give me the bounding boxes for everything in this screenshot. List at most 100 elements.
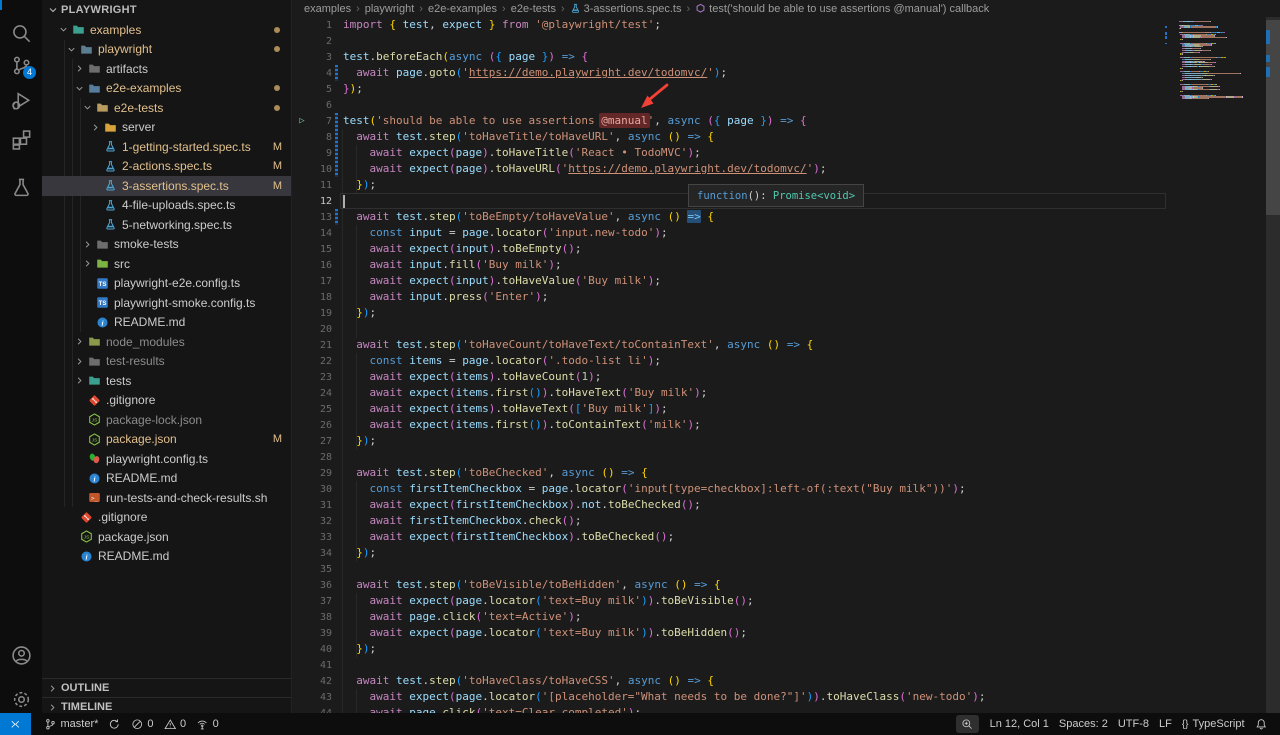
code-line-26[interactable]: 26 await expect(items.first()).toContain… — [292, 417, 1280, 433]
status-warnings[interactable]: 0 — [159, 713, 192, 735]
code-line-44[interactable]: 44 await page.click('text=Clear complete… — [292, 705, 1280, 713]
code-line-29[interactable]: 29 await test.step('toBeChecked', async … — [292, 465, 1280, 481]
code-line-42[interactable]: 42 await test.step('toHaveClass/toHaveCS… — [292, 673, 1280, 689]
tree-item-src[interactable]: src — [42, 254, 291, 274]
code-line-18[interactable]: 18 await input.press('Enter'); — [292, 289, 1280, 305]
code-line-2[interactable]: 2 — [292, 33, 1280, 49]
code-line-10[interactable]: 10 await expect(page).toHaveURL('https:/… — [292, 161, 1280, 177]
status-broadcast[interactable]: 0 — [191, 713, 224, 735]
status-indentation[interactable]: Spaces: 2 — [1054, 713, 1113, 735]
tree-item-3-assertions-spec-ts[interactable]: 3-assertions.spec.tsM — [42, 176, 291, 196]
code-line-40[interactable]: 40 }); — [292, 641, 1280, 657]
code-line-8[interactable]: 8 await test.step('toHaveTitle/toHaveURL… — [292, 129, 1280, 145]
tree-item-artifacts[interactable]: artifacts — [42, 59, 291, 79]
tree-item-readme-md[interactable]: iREADME.md — [42, 547, 291, 567]
testing-icon[interactable] — [0, 172, 42, 202]
code-line-30[interactable]: 30 const firstItemCheckbox = page.locato… — [292, 481, 1280, 497]
code-line-9[interactable]: 9 await expect(page).toHaveTitle('React … — [292, 145, 1280, 161]
tree-item-playwright[interactable]: playwright — [42, 40, 291, 60]
tree-item-package-lock-json[interactable]: JSpackage-lock.json — [42, 410, 291, 430]
code-line-28[interactable]: 28 — [292, 449, 1280, 465]
source-control-icon[interactable]: 4 — [0, 50, 42, 80]
tree-item-e2e-tests[interactable]: e2e-tests — [42, 98, 291, 118]
status-cursor-position[interactable]: Ln 12, Col 1 — [985, 713, 1054, 735]
code-line-32[interactable]: 32 await firstItemCheckbox.check(); — [292, 513, 1280, 529]
status-remote[interactable] — [0, 713, 31, 735]
tree-item-5-networking-spec-ts[interactable]: 5-networking.spec.ts — [42, 215, 291, 235]
run-debug-icon[interactable] — [0, 85, 42, 115]
code-line-41[interactable]: 41 — [292, 657, 1280, 673]
extensions-icon[interactable] — [0, 124, 42, 154]
code-line-43[interactable]: 43 await expect(page.locator('[placehold… — [292, 689, 1280, 705]
tree-item-package-json[interactable]: JSpackage.json — [42, 527, 291, 547]
scrollbar-thumb[interactable] — [1266, 20, 1280, 215]
code-line-39[interactable]: 39 await expect(page.locator('text=Buy m… — [292, 625, 1280, 641]
status-eol[interactable]: LF — [1154, 713, 1177, 735]
status-language[interactable]: {}TypeScript — [1177, 713, 1250, 735]
gear-icon[interactable] — [0, 684, 42, 714]
tree-item-readme-md[interactable]: iREADME.md — [42, 313, 291, 333]
code-line-5[interactable]: 5}); — [292, 81, 1280, 97]
status-encoding[interactable]: UTF-8 — [1113, 713, 1154, 735]
minimap[interactable] — [1165, 21, 1258, 100]
code-line-6[interactable]: 6 — [292, 97, 1280, 113]
tree-item-readme-md[interactable]: iREADME.md — [42, 469, 291, 489]
code-line-22[interactable]: 22 const items = page.locator('.todo-lis… — [292, 353, 1280, 369]
tree-item-2-actions-spec-ts[interactable]: 2-actions.spec.tsM — [42, 157, 291, 177]
status-errors[interactable]: 0 — [126, 713, 159, 735]
code-line-27[interactable]: 27 }); — [292, 433, 1280, 449]
status-zoom[interactable] — [956, 715, 979, 733]
code-line-38[interactable]: 38 await page.click('text=Active'); — [292, 609, 1280, 625]
tree-item--gitignore[interactable]: .gitignore — [42, 391, 291, 411]
tree-item-test-results[interactable]: test-results — [42, 352, 291, 372]
account-icon[interactable] — [0, 640, 42, 670]
sidebar-section-outline[interactable]: OUTLINE — [42, 678, 291, 697]
code-line-15[interactable]: 15 await expect(input).toBeEmpty(); — [292, 241, 1280, 257]
status-sync[interactable] — [103, 713, 126, 735]
code-line-31[interactable]: 31 await expect(firstItemCheckbox).not.t… — [292, 497, 1280, 513]
code-line-23[interactable]: 23 await expect(items).toHaveCount(1); — [292, 369, 1280, 385]
tree-item-smoke-tests[interactable]: smoke-tests — [42, 235, 291, 255]
breadcrumb-item[interactable]: e2e-tests — [511, 3, 556, 15]
code-line-3[interactable]: 3test.beforeEach(async ({ page }) => { — [292, 49, 1280, 65]
status-branch[interactable]: master* — [39, 713, 103, 735]
breadcrumb-item[interactable]: examples — [304, 3, 351, 15]
code-line-37[interactable]: 37 await expect(page.locator('text=Buy m… — [292, 593, 1280, 609]
tree-item-playwright-config-ts[interactable]: playwright.config.ts — [42, 449, 291, 469]
code-line-16[interactable]: 16 await input.fill('Buy milk'); — [292, 257, 1280, 273]
tree-item-package-json[interactable]: JSpackage.jsonM — [42, 430, 291, 450]
tree-item-4-file-uploads-spec-ts[interactable]: 4-file-uploads.spec.ts — [42, 196, 291, 216]
code-editor[interactable]: 1import { test, expect } from '@playwrig… — [292, 17, 1280, 713]
code-line-17[interactable]: 17 await expect(input).toHaveValue('Buy … — [292, 273, 1280, 289]
code-line-7[interactable]: ▷7test('should be able to use assertions… — [292, 113, 1280, 129]
code-line-33[interactable]: 33 await expect(firstItemCheckbox).toBeC… — [292, 529, 1280, 545]
tree-item-1-getting-started-spec-ts[interactable]: 1-getting-started.spec.tsM — [42, 137, 291, 157]
search-icon[interactable] — [0, 18, 42, 48]
breadcrumb-item[interactable]: playwright — [365, 3, 415, 15]
editor-scrollbar[interactable] — [1266, 17, 1280, 713]
breadcrumb-item[interactable]: test('should be able to use assertions @… — [695, 3, 989, 15]
code-line-13[interactable]: 13 await test.step('toBeEmpty/toHaveValu… — [292, 209, 1280, 225]
tree-item-e2e-examples[interactable]: e2e-examples — [42, 79, 291, 99]
code-line-19[interactable]: 19 }); — [292, 305, 1280, 321]
code-line-20[interactable]: 20 — [292, 321, 1280, 337]
code-line-35[interactable]: 35 — [292, 561, 1280, 577]
tree-item-run-tests-and-check-results-sh[interactable]: >_run-tests-and-check-results.sh — [42, 488, 291, 508]
breadcrumb-item[interactable]: 3-assertions.spec.ts — [570, 3, 682, 15]
code-line-25[interactable]: 25 await expect(items).toHaveText(['Buy … — [292, 401, 1280, 417]
tree-item-playwright-smoke-config-ts[interactable]: TSplaywright-smoke.config.ts — [42, 293, 291, 313]
code-line-34[interactable]: 34 }); — [292, 545, 1280, 561]
tree-item-server[interactable]: server — [42, 118, 291, 138]
tree-item-playwright-e2e-config-ts[interactable]: TSplaywright-e2e.config.ts — [42, 274, 291, 294]
tree-item-tests[interactable]: tests — [42, 371, 291, 391]
code-line-14[interactable]: 14 const input = page.locator('input.new… — [292, 225, 1280, 241]
breadcrumb-item[interactable]: e2e-examples — [428, 3, 497, 15]
code-line-24[interactable]: 24 await expect(items.first()).toHaveTex… — [292, 385, 1280, 401]
status-notifications[interactable] — [1250, 713, 1273, 735]
code-line-36[interactable]: 36 await test.step('toBeVisible/toBeHidd… — [292, 577, 1280, 593]
code-line-21[interactable]: 21 await test.step('toHaveCount/toHaveTe… — [292, 337, 1280, 353]
tree-item--gitignore[interactable]: .gitignore — [42, 508, 291, 528]
explorer-section-header[interactable]: PLAYWRIGHT — [42, 0, 291, 20]
tree-item-node-modules[interactable]: node_modules — [42, 332, 291, 352]
tree-item-examples[interactable]: examples — [42, 20, 291, 40]
